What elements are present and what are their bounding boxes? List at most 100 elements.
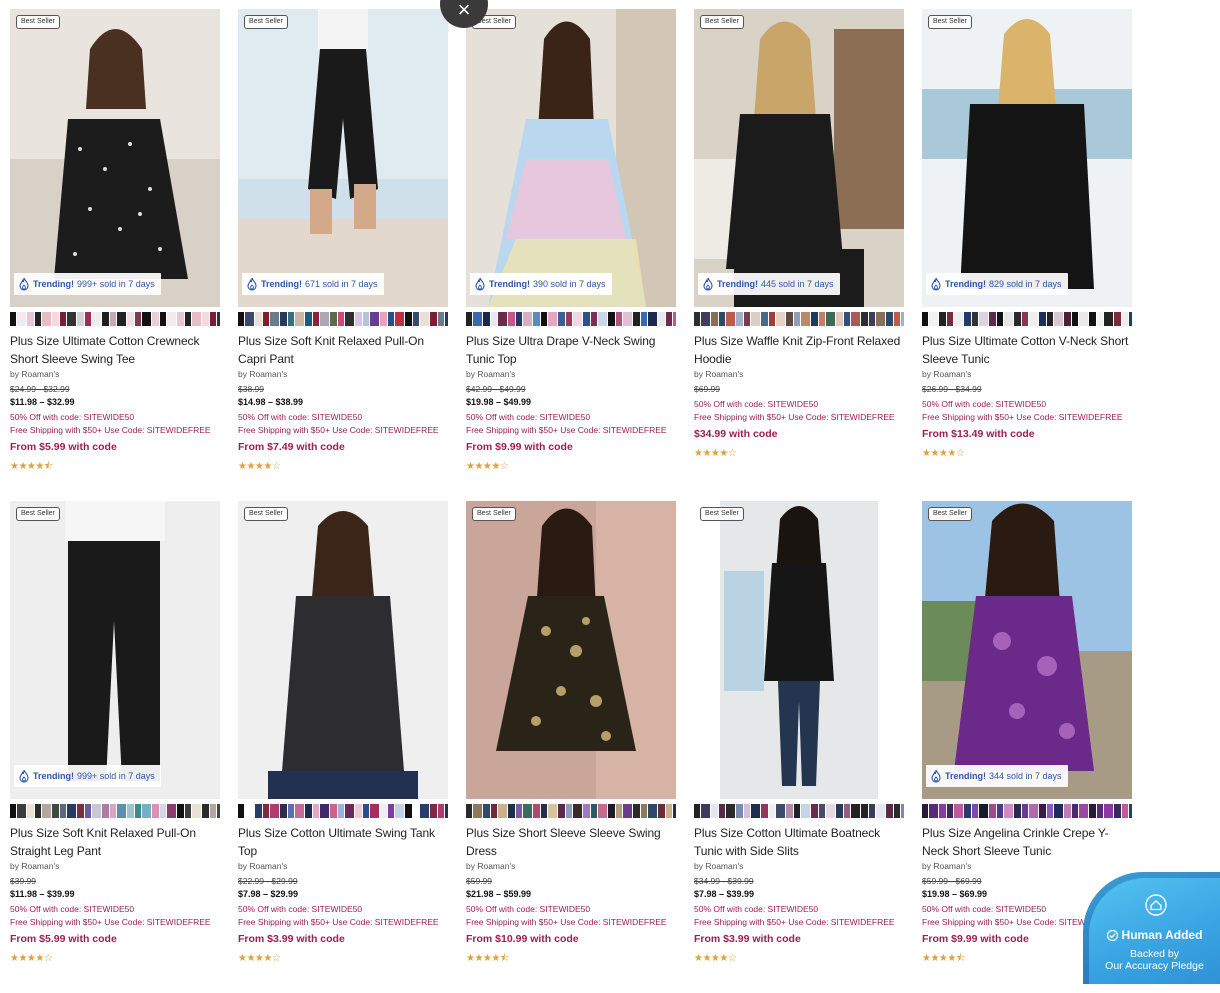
color-swatch[interactable] — [673, 312, 676, 326]
color-swatch[interactable] — [876, 804, 886, 818]
color-swatch[interactable] — [1129, 804, 1132, 818]
color-swatch[interactable] — [947, 804, 954, 818]
color-swatch[interactable] — [673, 804, 676, 818]
color-swatch[interactable] — [483, 312, 491, 326]
color-swatch[interactable] — [288, 312, 295, 326]
color-swatch[interactable] — [591, 312, 598, 326]
color-swatch[interactable] — [954, 312, 964, 326]
color-swatch[interactable] — [270, 312, 280, 326]
color-swatch[interactable] — [1072, 804, 1079, 818]
color-swatch[interactable] — [641, 804, 648, 818]
color-swatch[interactable] — [10, 804, 17, 818]
color-swatch[interactable] — [17, 312, 27, 326]
color-swatch[interactable] — [726, 804, 736, 818]
color-swatch[interactable] — [751, 804, 761, 818]
color-swatch[interactable] — [263, 804, 270, 818]
color-swatch[interactable] — [616, 804, 623, 818]
color-swatch[interactable] — [1072, 312, 1079, 326]
color-swatch[interactable] — [939, 312, 947, 326]
color-swatch[interactable] — [516, 312, 523, 326]
color-swatch[interactable] — [110, 804, 117, 818]
color-swatch[interactable] — [438, 312, 445, 326]
color-swatch[interactable] — [508, 804, 516, 818]
color-swatch[interactable] — [27, 312, 35, 326]
color-swatch[interactable] — [666, 804, 673, 818]
product-name[interactable]: Plus Size Ultimate Cotton Crewneck Short… — [10, 332, 220, 368]
color-swatch[interactable] — [52, 804, 60, 818]
color-swatch[interactable] — [117, 804, 127, 818]
color-swatch[interactable] — [648, 312, 658, 326]
color-swatch[interactable] — [345, 312, 355, 326]
color-swatch[interactable] — [192, 312, 202, 326]
color-swatch[interactable] — [819, 312, 826, 326]
color-swatch[interactable] — [876, 312, 886, 326]
color-swatch[interactable] — [541, 312, 548, 326]
color-swatch[interactable] — [633, 804, 641, 818]
color-swatch[interactable] — [255, 312, 263, 326]
color-swatch[interactable] — [1004, 312, 1014, 326]
color-swatch[interactable] — [217, 804, 220, 818]
color-swatch[interactable] — [608, 804, 616, 818]
color-swatch[interactable] — [363, 312, 370, 326]
product-image[interactable]: Best Seller Trending! 829 sold in 7 days — [922, 9, 1132, 307]
color-swatch[interactable] — [77, 804, 85, 818]
color-swatch[interactable] — [17, 804, 27, 818]
color-swatch[interactable] — [794, 312, 801, 326]
color-swatch[interactable] — [744, 804, 751, 818]
color-swatch[interactable] — [245, 312, 255, 326]
color-swatch[interactable] — [794, 804, 801, 818]
color-swatch[interactable] — [10, 312, 17, 326]
color-swatch[interactable] — [1079, 804, 1089, 818]
color-swatch[interactable] — [641, 312, 648, 326]
product-card[interactable]: Best Seller Trending! 671 sold in 7 days Pl… — [238, 9, 448, 501]
color-swatch[interactable] — [445, 312, 448, 326]
color-swatch[interactable] — [939, 804, 947, 818]
color-swatch[interactable] — [313, 804, 320, 818]
color-swatch[interactable] — [869, 312, 876, 326]
color-swatch[interactable] — [786, 312, 794, 326]
color-swatch[interactable] — [167, 804, 177, 818]
color-swatch[interactable] — [185, 804, 192, 818]
color-swatch[interactable] — [395, 312, 405, 326]
product-name[interactable]: Plus Size Cotton Ultimate Swing Tank Top — [238, 824, 448, 860]
product-card[interactable]: Best Seller Plus Size Short Sleeve Sleeve… — [466, 501, 676, 993]
color-swatch[interactable] — [238, 312, 245, 326]
color-swatch[interactable] — [160, 804, 167, 818]
color-swatch[interactable] — [202, 312, 210, 326]
product-name[interactable]: Plus Size Ultra Drape V-Neck Swing Tunic… — [466, 332, 676, 368]
color-swatch[interactable] — [466, 312, 473, 326]
product-image[interactable]: Best Seller — [466, 501, 676, 799]
color-swatch[interactable] — [255, 804, 263, 818]
color-swatch[interactable] — [363, 804, 370, 818]
color-swatch[interactable] — [330, 804, 338, 818]
color-swatch[interactable] — [85, 804, 92, 818]
color-swatch[interactable] — [295, 312, 305, 326]
color-swatch[interactable] — [608, 312, 616, 326]
color-swatch[interactable] — [826, 312, 836, 326]
color-swatch[interactable] — [901, 804, 904, 818]
color-swatch[interactable] — [633, 312, 641, 326]
color-swatch[interactable] — [701, 804, 711, 818]
color-swatch[interactable] — [217, 312, 220, 326]
product-image[interactable]: Best Seller — [694, 501, 904, 799]
color-swatch[interactable] — [483, 804, 491, 818]
color-swatch[interactable] — [142, 804, 152, 818]
color-swatch[interactable] — [769, 312, 776, 326]
color-swatch[interactable] — [1039, 312, 1047, 326]
color-swatch[interactable] — [380, 804, 388, 818]
color-swatch[interactable] — [1047, 312, 1054, 326]
color-swatch[interactable] — [160, 312, 167, 326]
color-swatch[interactable] — [473, 312, 483, 326]
color-swatch[interactable] — [1122, 804, 1129, 818]
color-swatch[interactable] — [85, 312, 92, 326]
color-swatch[interactable] — [1114, 804, 1122, 818]
color-swatch[interactable] — [947, 312, 954, 326]
color-swatch[interactable] — [405, 804, 413, 818]
color-swatch[interactable] — [598, 312, 608, 326]
color-swatch[interactable] — [616, 312, 623, 326]
color-swatch[interactable] — [922, 804, 929, 818]
color-swatch[interactable] — [711, 804, 719, 818]
product-name[interactable]: Plus Size Soft Knit Relaxed Pull-On Stra… — [10, 824, 220, 860]
color-swatch[interactable] — [498, 804, 508, 818]
color-swatch[interactable] — [826, 804, 836, 818]
